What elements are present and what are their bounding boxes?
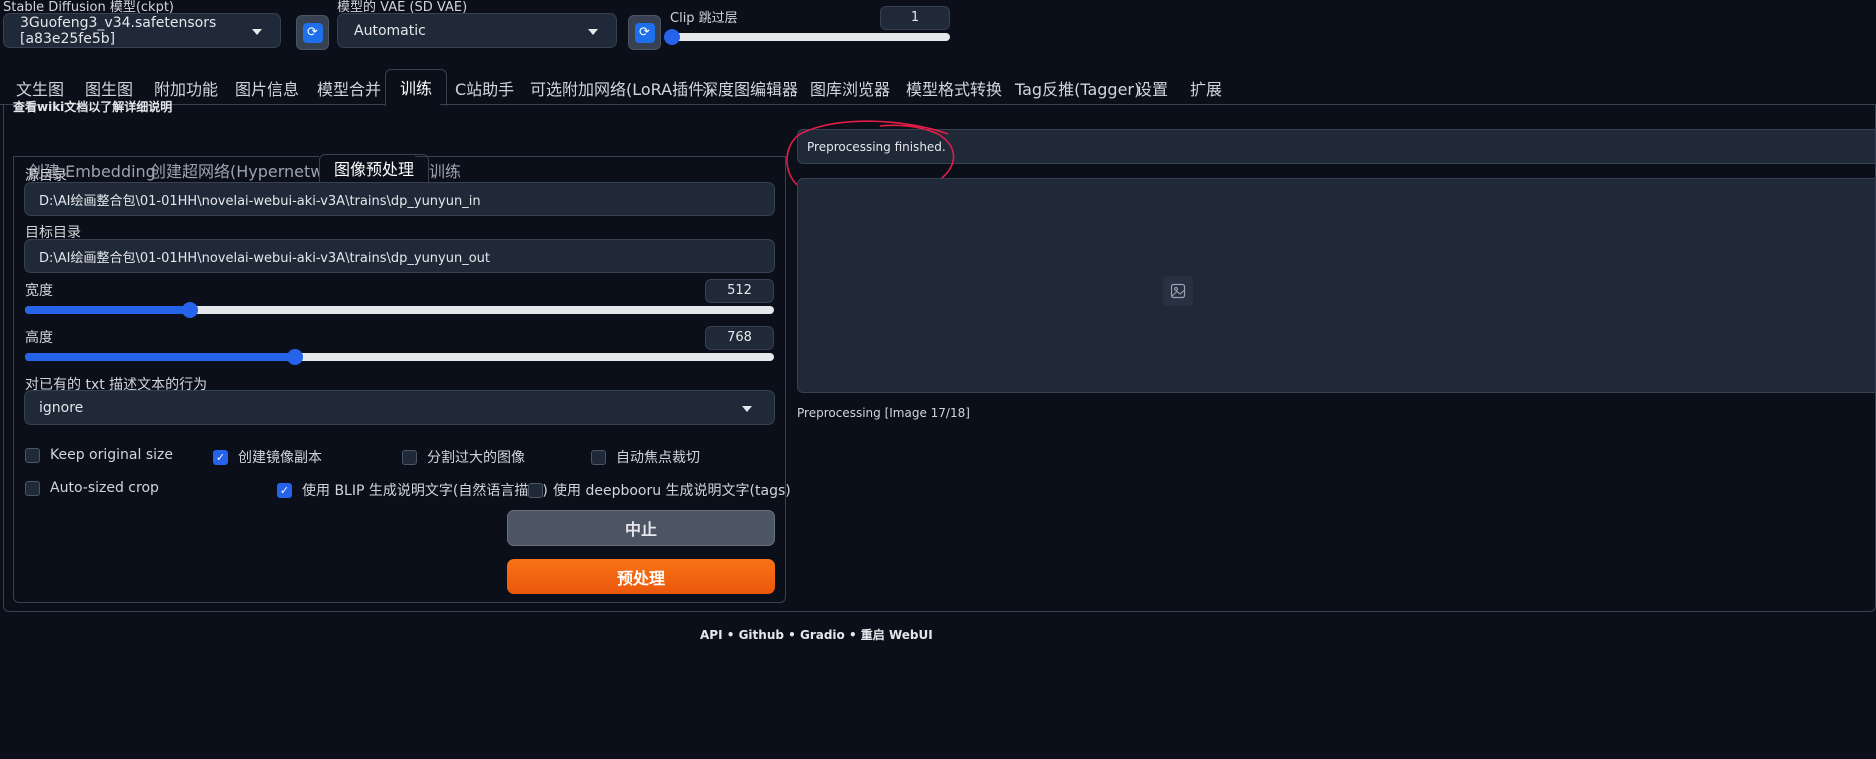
checkbox-icon[interactable] — [402, 449, 417, 465]
refresh-vae-button[interactable]: ⟳ — [628, 15, 661, 50]
height-slider[interactable] — [25, 349, 774, 365]
tab-extensions[interactable]: 扩展 — [1190, 75, 1222, 105]
progress-text: Preprocessing [Image 17/18] — [797, 406, 970, 420]
image-placeholder-icon — [1163, 276, 1193, 306]
auto-sized-crop-checkbox[interactable]: Auto-sized crop — [25, 480, 159, 496]
checkbox-label: 创建镜像副本 — [238, 450, 322, 466]
chevron-down-icon — [742, 405, 752, 412]
width-label: 宽度 — [25, 283, 53, 299]
mirror-checkbox[interactable]: ✓ 创建镜像副本 — [213, 447, 322, 467]
vae-dropdown[interactable]: Automatic — [337, 13, 617, 48]
tab-model-converter[interactable]: 模型格式转换 — [906, 75, 1002, 105]
deepbooru-caption-checkbox[interactable]: 使用 deepbooru 生成说明文字(tags) — [528, 480, 791, 500]
checkbox-icon[interactable] — [528, 482, 543, 498]
height-label: 高度 — [25, 330, 53, 346]
txt-action-dropdown[interactable]: ignore — [24, 390, 775, 425]
refresh-icon: ⟳ — [302, 22, 323, 43]
tab-civitai-helper[interactable]: C站助手 — [455, 75, 514, 105]
chevron-down-icon — [588, 28, 598, 35]
checkbox-label: Auto-sized crop — [50, 480, 159, 496]
keep-original-size-checkbox[interactable]: Keep original size — [25, 447, 173, 463]
txt-action-value: ignore — [39, 399, 84, 416]
footer-links[interactable]: API • Github • Gradio • 重启 WebUI — [700, 626, 933, 643]
tab-additional-networks[interactable]: 可选附加网络(LoRA插件) — [530, 75, 710, 105]
clip-number-input[interactable]: 1 — [880, 6, 950, 30]
autofocus-crop-checkbox[interactable]: 自动焦点裁切 — [591, 447, 700, 467]
refresh-ckpt-button[interactable]: ⟳ — [296, 15, 329, 50]
vae-value: Automatic — [354, 22, 426, 39]
clip-slider[interactable] — [664, 29, 950, 45]
height-slider-fill — [25, 353, 295, 361]
checkbox-label: 使用 BLIP 生成说明文字(自然语言描述) — [302, 483, 548, 499]
split-oversized-checkbox[interactable]: 分割过大的图像 — [402, 447, 525, 467]
checkbox-icon[interactable] — [25, 447, 40, 463]
chevron-down-icon — [252, 28, 262, 35]
checkbox-label: 使用 deepbooru 生成说明文字(tags) — [553, 483, 791, 499]
height-slider-handle[interactable] — [286, 349, 303, 365]
width-slider[interactable] — [25, 302, 774, 318]
checkbox-icon[interactable]: ✓ — [213, 449, 228, 465]
checkbox-icon[interactable] — [591, 449, 606, 465]
dst-dir-input[interactable]: D:\AI绘画整合包\01-01HH\novelai-webui-aki-v3A… — [24, 239, 775, 273]
ckpt-value: 3Guofeng3_v34.safetensors [a83e25fe5b] — [20, 14, 217, 47]
interrupt-button[interactable]: 中止 — [507, 510, 775, 546]
tab-merge[interactable]: 模型合并 — [317, 75, 381, 105]
tab-depth-editor[interactable]: 深度图编辑器 — [702, 75, 798, 105]
checkbox-label: 自动焦点裁切 — [616, 450, 700, 466]
clip-slider-handle[interactable] — [664, 29, 680, 45]
tab-png-info[interactable]: 图片信息 — [235, 75, 299, 105]
width-slider-handle[interactable] — [181, 302, 198, 318]
width-slider-fill — [25, 306, 190, 314]
ckpt-dropdown[interactable]: 3Guofeng3_v34.safetensors [a83e25fe5b] — [3, 13, 281, 48]
tab-train[interactable]: 训练 — [385, 69, 448, 106]
tab-gallery-browser[interactable]: 图库浏览器 — [810, 75, 890, 105]
height-number-input[interactable]: 768 — [705, 326, 774, 350]
width-number-input[interactable]: 512 — [705, 279, 774, 303]
checkbox-icon[interactable]: ✓ — [277, 482, 292, 498]
blip-caption-checkbox[interactable]: ✓ 使用 BLIP 生成说明文字(自然语言描述) — [277, 480, 548, 500]
preprocess-button[interactable]: 预处理 — [507, 559, 775, 594]
src-dir-input[interactable]: D:\AI绘画整合包\01-01HH\novelai-webui-aki-v3A… — [24, 182, 775, 216]
checkbox-icon[interactable] — [25, 480, 40, 496]
tab-tagger[interactable]: Tag反推(Tagger) — [1015, 75, 1140, 105]
main-tab-bar: 文生图 图生图 附加功能 图片信息 模型合并 训练 C站助手 可选附加网络(Lo… — [0, 69, 1876, 106]
tab-settings[interactable]: 设置 — [1136, 75, 1168, 105]
clip-label: Clip 跳过层 — [670, 11, 738, 26]
checkbox-label: Keep original size — [50, 447, 173, 463]
checkbox-label: 分割过大的图像 — [427, 450, 525, 466]
gallery-output — [797, 178, 1876, 393]
wiki-note[interactable]: 查看wiki文档以了解详细说明 — [13, 98, 172, 115]
refresh-icon: ⟳ — [634, 22, 655, 43]
